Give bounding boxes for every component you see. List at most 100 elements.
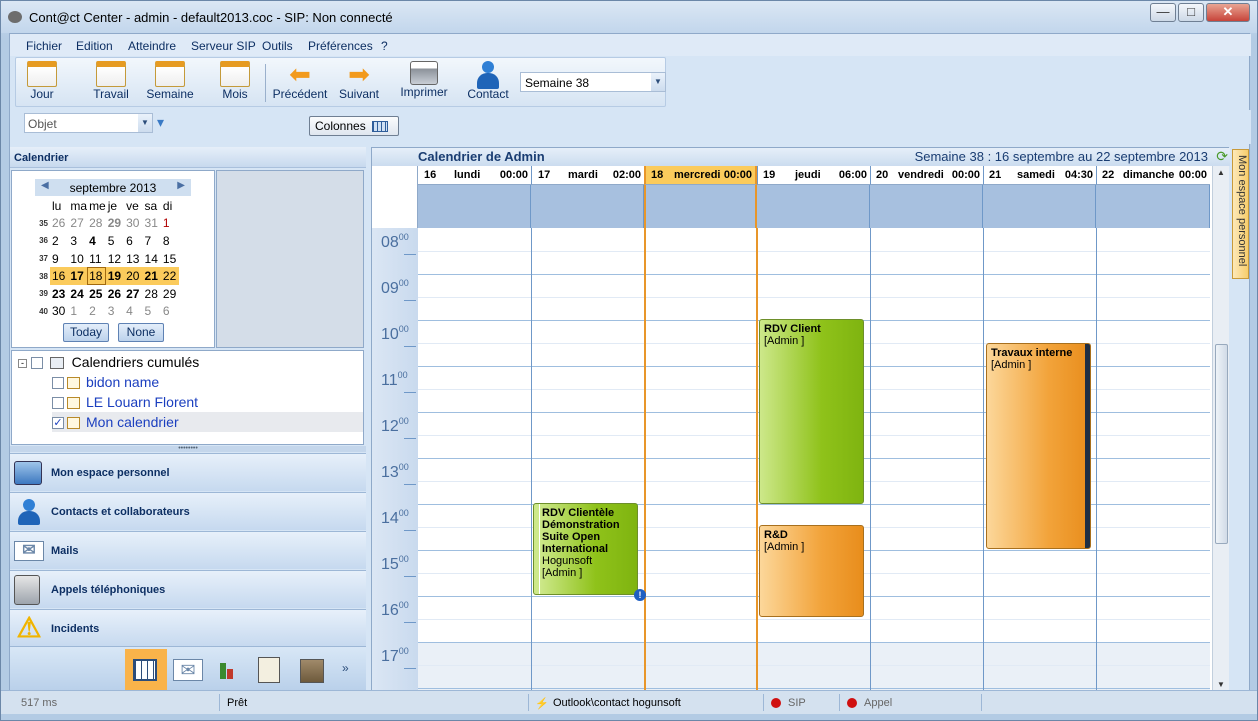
pane-splitter[interactable]: •••••••• — [10, 445, 366, 452]
mini-day[interactable]: 13 — [124, 250, 142, 268]
nav-contacts[interactable]: Contacts et collaborateurs — [10, 492, 366, 530]
chevron-down-icon[interactable]: ▼ — [651, 73, 665, 91]
mini-day[interactable]: 14 — [143, 250, 161, 268]
archive-shortcut-icon[interactable] — [292, 649, 334, 691]
time-grid[interactable]: RDV Client [Admin ] Travaux interne [Adm… — [418, 228, 1210, 692]
collapse-icon[interactable]: - — [18, 358, 27, 368]
mini-day-selected[interactable]: 17 — [68, 267, 88, 285]
mini-day-selected[interactable]: 19 — [105, 267, 125, 285]
imprimer-button[interactable]: Imprimer — [397, 61, 451, 99]
mini-day[interactable]: 5 — [106, 232, 124, 250]
info-icon[interactable]: ! — [634, 589, 646, 601]
allday-cell[interactable] — [870, 185, 983, 228]
mini-day[interactable]: 29 — [161, 285, 179, 303]
event-rnd[interactable]: R&D [Admin ] — [759, 525, 864, 617]
event-travaux-interne[interactable]: Travaux interne [Admin ] — [986, 343, 1091, 549]
mini-day[interactable]: 8 — [161, 232, 179, 250]
mini-day[interactable]: 10 — [68, 250, 87, 268]
mini-day-selected[interactable]: 20 — [124, 267, 143, 285]
day-header-mardi[interactable]: 17 mardi 02:00 — [531, 166, 644, 185]
tree-item-bidon[interactable]: bidon name — [52, 372, 159, 392]
menu-serveur-sip[interactable]: Serveur SIP — [191, 39, 256, 53]
calendar-vertical-scrollbar[interactable]: ▲ ▼ — [1212, 166, 1229, 691]
mini-day[interactable]: 11 — [87, 250, 106, 268]
allday-cell[interactable] — [644, 185, 757, 228]
mois-button[interactable]: Mois — [216, 61, 254, 101]
title-bar[interactable]: Cont@ct Center - admin - default2013.coc… — [1, 1, 1257, 33]
mini-day[interactable]: 27 — [68, 215, 87, 233]
nav-mon-espace-personnel[interactable]: Mon espace personnel — [10, 453, 366, 491]
mini-day[interactable]: 26 — [50, 215, 68, 233]
mini-day[interactable]: 15 — [161, 250, 179, 268]
day-header-dimanche[interactable]: 22 dimanche 00:00 — [1096, 166, 1210, 185]
scroll-up-icon[interactable]: ▲ — [1217, 168, 1225, 177]
allday-cell[interactable] — [757, 185, 870, 228]
mail-shortcut-icon[interactable]: ✉ — [168, 649, 210, 691]
menu-outils[interactable]: Outils — [262, 39, 293, 53]
mini-day[interactable]: 25 — [87, 285, 106, 303]
mini-day-selected[interactable]: 16 — [50, 267, 69, 285]
nav-incidents[interactable]: ⚠ Incidents — [10, 609, 366, 647]
mini-day[interactable]: 24 — [68, 285, 87, 303]
mon-espace-personnel-tab[interactable]: Mon espace personnel — [1232, 149, 1249, 279]
mini-day[interactable]: 31 — [143, 215, 161, 233]
mini-day[interactable]: 28 — [87, 215, 106, 233]
chevron-down-icon[interactable]: ▼ — [138, 114, 152, 132]
scroll-down-icon[interactable]: ▼ — [1217, 680, 1225, 689]
maximize-button[interactable]: □ — [1178, 3, 1204, 22]
tree-item-checkbox[interactable] — [52, 377, 64, 390]
mini-day[interactable]: 30 — [124, 215, 142, 233]
nav-mails[interactable]: ✉ Mails — [10, 531, 366, 569]
mini-day-selected[interactable]: 21 — [142, 267, 161, 285]
next-month-icon[interactable]: ▶ — [177, 180, 185, 191]
mini-day[interactable]: 3 — [68, 232, 87, 250]
precedent-button[interactable]: ⬅ Précédent — [272, 61, 328, 101]
mini-day[interactable]: 2 — [50, 232, 68, 250]
mini-day[interactable]: 1 — [161, 215, 179, 233]
mini-day[interactable]: 29 — [106, 215, 124, 233]
mini-day[interactable]: 4 — [124, 303, 142, 321]
mini-day[interactable]: 27 — [124, 285, 142, 303]
tree-root[interactable]: - Calendriers cumulés — [18, 352, 199, 372]
mini-day-selected[interactable]: 22 — [160, 267, 180, 285]
mini-day-today[interactable]: 18 — [87, 267, 106, 285]
menu-atteindre[interactable]: Atteindre — [128, 39, 176, 53]
calendar-shortcut-icon[interactable] — [125, 649, 167, 691]
objet-combobox[interactable]: Objet ▼ — [24, 113, 153, 133]
menu-preferences[interactable]: Préférences — [308, 39, 373, 53]
mini-day[interactable]: 2 — [87, 303, 106, 321]
day-header-jeudi[interactable]: 19 jeudi 06:00 — [757, 166, 870, 185]
day-header-lundi[interactable]: 16 lundi 00:00 — [418, 166, 531, 185]
mini-day[interactable]: 12 — [106, 250, 124, 268]
day-header-vendredi[interactable]: 20 vendredi 00:00 — [870, 166, 983, 185]
event-rdv-clientele[interactable]: RDV Clientèle Démonstration Suite Open I… — [533, 503, 638, 595]
mini-day[interactable]: 9 — [50, 250, 68, 268]
mini-day[interactable]: 3 — [106, 303, 124, 321]
none-button[interactable]: None — [118, 323, 164, 342]
semaine-button[interactable]: Semaine — [142, 61, 198, 101]
tree-item-lelouarn[interactable]: LE Louarn Florent — [52, 392, 198, 412]
mini-day[interactable]: 28 — [143, 285, 161, 303]
mini-day[interactable]: 30 — [50, 303, 68, 321]
menu-help[interactable]: ? — [381, 39, 388, 53]
nav-appels[interactable]: Appels téléphoniques — [10, 570, 366, 608]
travail-button[interactable]: Travail — [88, 61, 134, 101]
mini-day[interactable]: 5 — [143, 303, 161, 321]
menu-edition[interactable]: Edition — [76, 39, 113, 53]
refresh-icon[interactable]: ⟳ — [1216, 148, 1228, 165]
contact-button[interactable]: Contact — [464, 61, 512, 101]
today-button[interactable]: Today — [63, 323, 109, 342]
tree-item-checkbox-checked[interactable]: ✓ — [52, 417, 64, 430]
filter-icon[interactable]: ▾ — [157, 115, 171, 129]
menu-fichier[interactable]: Fichier — [26, 39, 62, 53]
event-rdv-client[interactable]: RDV Client [Admin ] — [759, 319, 864, 504]
week-select[interactable]: Semaine 38 ▼ — [520, 72, 666, 92]
allday-cell[interactable] — [531, 185, 644, 228]
allday-cell[interactable] — [983, 185, 1096, 228]
tree-root-checkbox[interactable] — [30, 357, 43, 370]
mini-day[interactable]: 1 — [68, 303, 87, 321]
mini-day[interactable]: 7 — [143, 232, 161, 250]
close-button[interactable]: ✕ — [1206, 3, 1250, 22]
mini-day[interactable]: 6 — [161, 303, 179, 321]
task-shortcut-icon[interactable] — [250, 649, 292, 691]
